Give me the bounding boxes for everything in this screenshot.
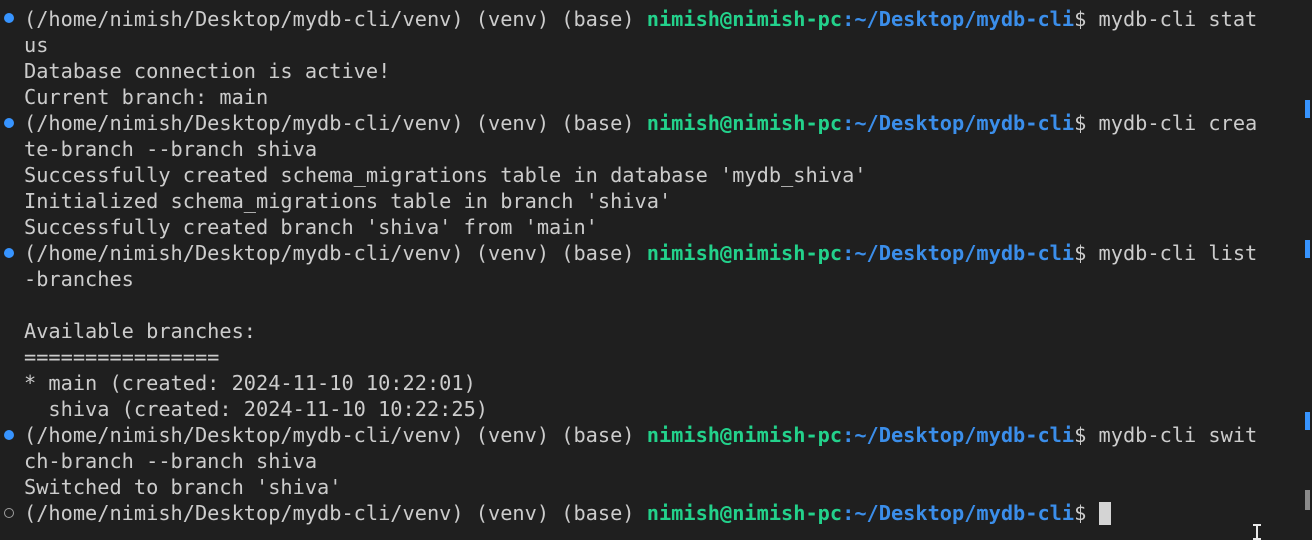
prompt-path: :~/Desktop/mydb-cli [842, 423, 1075, 447]
prompt-user-host: nimish@nimish-pc [646, 7, 843, 31]
output-line: Initialized schema_migrations table in b… [24, 189, 672, 213]
scrollbar-command-mark [1305, 240, 1310, 258]
command-success-marker[interactable] [4, 430, 14, 440]
output-line: * main (created: 2024-11-10 10:22:01) [24, 371, 476, 395]
prompt-symbol: $ [1074, 423, 1099, 447]
command-wrap: ch-branch --branch shiva [24, 449, 318, 473]
prompt-path: :~/Desktop/mydb-cli [842, 501, 1075, 525]
prompt-env: (/home/nimish/Desktop/mydb-cli/venv) (ve… [24, 7, 647, 31]
prompt-line: (/home/nimish/Desktop/mydb-cli/venv) (ve… [24, 240, 1257, 266]
output-line: Switched to branch 'shiva' [24, 475, 342, 499]
prompt-path: :~/Desktop/mydb-cli [842, 7, 1075, 31]
prompt-symbol: $ [1074, 241, 1099, 265]
ibeam-cursor-icon [1253, 524, 1261, 540]
prompt-line: (/home/nimish/Desktop/mydb-cli/venv) (ve… [24, 422, 1257, 448]
command-wrap: us [24, 33, 49, 57]
output-line: ================ [24, 345, 220, 369]
prompt-path: :~/Desktop/mydb-cli [842, 111, 1075, 135]
command-text: mydb-cli stat [1098, 7, 1258, 31]
prompt-user-host: nimish@nimish-pc [646, 241, 843, 265]
prompt-env: (/home/nimish/Desktop/mydb-cli/venv) (ve… [24, 241, 647, 265]
prompt-env: (/home/nimish/Desktop/mydb-cli/venv) (ve… [24, 501, 647, 525]
prompt-symbol: $ [1074, 111, 1099, 135]
command-text: mydb-cli crea [1098, 111, 1258, 135]
command-success-marker[interactable] [4, 248, 14, 258]
current-prompt-line[interactable]: (/home/nimish/Desktop/mydb-cli/venv) (ve… [24, 500, 1111, 526]
command-success-marker[interactable] [4, 13, 14, 23]
output-line: Current branch: main [24, 85, 269, 109]
scrollbar-command-mark [1305, 100, 1310, 118]
prompt-user-host: nimish@nimish-pc [646, 501, 843, 525]
terminal-panel[interactable]: (/home/nimish/Desktop/mydb-cli/venv) (ve… [0, 0, 1312, 540]
prompt-env: (/home/nimish/Desktop/mydb-cli/venv) (ve… [24, 423, 647, 447]
prompt-user-host: nimish@nimish-pc [646, 423, 843, 447]
command-wrap: -branches [24, 267, 134, 291]
output-line: Available branches: [24, 319, 256, 343]
prompt-line: (/home/nimish/Desktop/mydb-cli/venv) (ve… [24, 6, 1257, 32]
prompt-line: (/home/nimish/Desktop/mydb-cli/venv) (ve… [24, 110, 1257, 136]
text-cursor [1098, 502, 1111, 525]
prompt-path: :~/Desktop/mydb-cli [842, 241, 1075, 265]
prompt-env: (/home/nimish/Desktop/mydb-cli/venv) (ve… [24, 111, 647, 135]
prompt-symbol: $ [1074, 7, 1099, 31]
command-text: mydb-cli list [1098, 241, 1258, 265]
command-text: mydb-cli swit [1098, 423, 1258, 447]
command-success-marker[interactable] [4, 118, 14, 128]
scrollbar-command-mark [1305, 412, 1310, 430]
command-pending-marker[interactable] [4, 508, 14, 518]
output-line: Successfully created schema_migrations t… [24, 163, 867, 187]
command-wrap: te-branch --branch shiva [24, 137, 318, 161]
prompt-user-host: nimish@nimish-pc [646, 111, 843, 135]
scrollbar-thumb[interactable] [1305, 490, 1310, 510]
output-line: Successfully created branch 'shiva' from… [24, 215, 598, 239]
prompt-symbol: $ [1074, 501, 1099, 525]
output-line: shiva (created: 2024-11-10 10:22:25) [24, 397, 488, 421]
output-line: Database connection is active! [24, 59, 391, 83]
